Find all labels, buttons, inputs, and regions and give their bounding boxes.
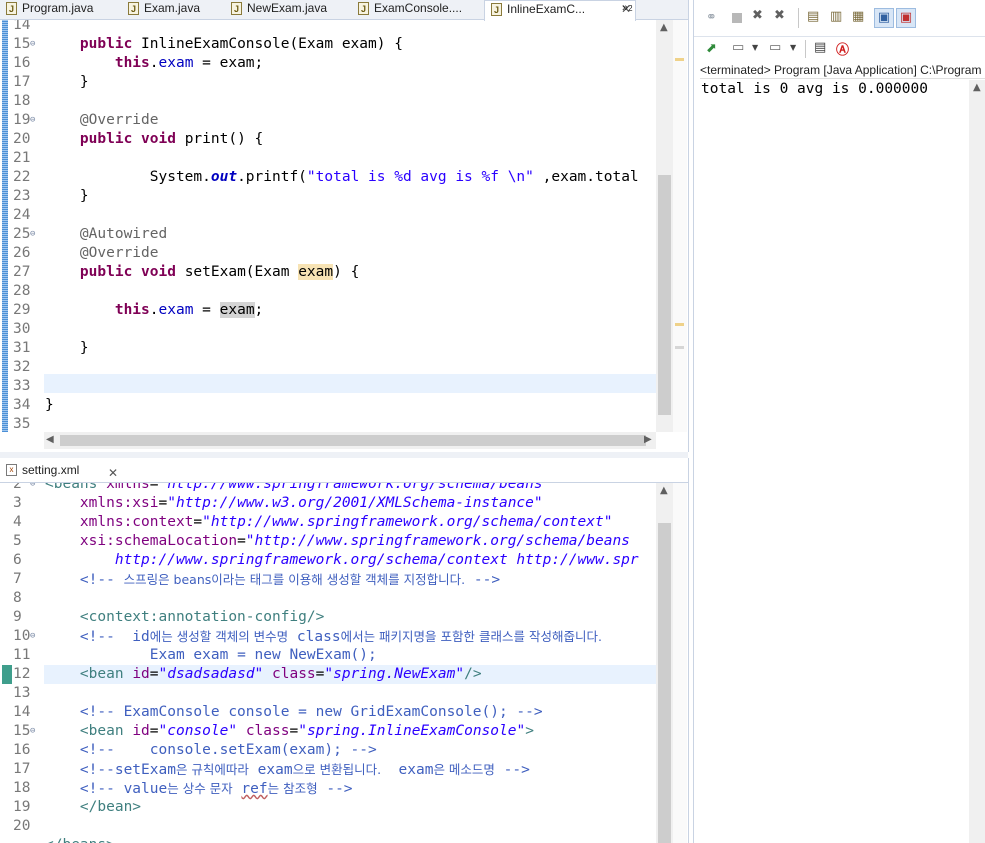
stop-icon[interactable] [732,13,742,23]
xml-file-icon: x [6,464,17,476]
fold-icon[interactable]: ⊖ [30,111,35,130]
chevron-down-icon[interactable]: ▼ [752,43,758,52]
vertical-scrollbar[interactable]: ▲ [656,483,673,843]
toolbar-separator [798,8,799,28]
java-file-icon [491,2,502,19]
show-on-output-icon[interactable]: ▣ [874,8,894,28]
tab-label: Program.java [22,1,94,15]
xml-editor-pane: x setting.xml ✕ 2 ⊖ <beans xmlns="http://w… [0,458,689,843]
pin-console-icon[interactable]: ⬈ [706,41,717,56]
chevron-right-icon[interactable]: ▶ [644,434,652,445]
console-output[interactable]: total is 0 avg is 0.000000 [701,80,928,99]
error-icon[interactable]: Ⓐ [836,39,849,58]
display-console-icon[interactable]: ▭ [732,40,744,55]
tab-label: Exam.java [144,1,201,15]
current-line-highlight [44,374,656,393]
toolbar-separator [805,40,806,58]
tab-label: setting.xml [22,463,80,477]
fold-icon[interactable]: ⊖ [30,627,35,646]
clear-console-icon[interactable]: ▤ [807,9,819,24]
scroll-lock-icon[interactable]: ▥ [830,9,842,24]
tab-label: ExamConsole.... [374,1,463,15]
console-toolbar-row-1: ⚭ ✖ ✖ ▤ ▥ ▦ ▣ ▣ [694,0,985,37]
java-file-icon [358,1,369,18]
fold-icon[interactable]: ⊖ [30,225,35,244]
copy-icon[interactable]: ▤ [814,40,826,55]
chevron-up-icon[interactable]: ▲ [660,485,668,496]
scroll-thumb[interactable] [658,523,671,843]
scroll-thumb[interactable] [658,175,671,415]
close-icon[interactable]: ✕ [108,461,118,485]
tab-newexam-java[interactable]: NewExam.java [225,0,367,19]
overflow-count: 2 [628,4,633,13]
chevron-up-icon[interactable]: ▲ [973,82,981,93]
occurrence-marker [675,346,684,349]
remove-launch-icon[interactable]: ✖ [752,8,763,23]
tab-program-java[interactable]: Program.java [0,0,132,19]
tab-inlineexamconsole-java[interactable]: InlineExamC...✕ [484,0,636,21]
open-console-icon[interactable]: ▭ [769,40,781,55]
tab-setting-xml[interactable]: x setting.xml ✕ [0,458,122,482]
tab-overflow-button[interactable]: »2 [618,0,652,19]
xml-tab-bar: x setting.xml ✕ [0,458,688,483]
tab-examconsole-java[interactable]: ExamConsole.... [352,0,499,19]
link-icon[interactable]: ⚭ [706,10,717,25]
tab-label: InlineExamC... [507,2,586,16]
console-toolbar-row-2: ⬈ ▭ ▼ ▭ ▼ ▤ Ⓐ [694,38,985,62]
occurrence-marker [675,58,684,61]
show-on-error-icon[interactable]: ▣ [896,8,916,28]
occurrence-marker [675,323,684,326]
overview-ruler [673,20,687,432]
scroll-thumb[interactable] [60,435,646,446]
java-editor-pane: Program.java Exam.java NewExam.java Exam… [0,0,689,452]
vertical-scrollbar[interactable]: ▲ [969,80,985,843]
remove-all-icon[interactable]: ✖ [774,8,785,23]
chevron-left-icon[interactable]: ◀ [46,434,54,445]
tab-label: NewExam.java [247,1,328,15]
fold-icon[interactable]: ⊖ [30,483,35,494]
console-status-label: <terminated> Program [Java Application] … [700,62,985,79]
horizontal-scrollbar[interactable]: ◀ ▶ [44,432,656,449]
change-marker [2,665,12,684]
java-code-area[interactable]: 14 15 ⊖ public InlineExamConsole(Exam exa… [0,20,656,432]
fold-icon[interactable]: ⊖ [30,722,35,741]
chevron-down-icon[interactable]: ▼ [790,43,796,52]
overview-ruler [673,483,687,843]
xml-code-area[interactable]: 2 ⊖ <beans xmlns="http://www.springframewo… [0,483,656,843]
change-ruler [2,20,8,432]
vertical-scrollbar[interactable]: ▲ [656,20,673,432]
editor-tab-bar: Program.java Exam.java NewExam.java Exam… [0,0,688,21]
word-wrap-icon[interactable]: ▦ [852,9,864,24]
chevron-up-icon[interactable]: ▲ [660,22,668,33]
console-view: ⚭ ✖ ✖ ▤ ▥ ▦ ▣ ▣ ⬈ ▭ ▼ ▭ ▼ ▤ Ⓐ <terminate… [693,0,985,843]
tab-exam-java[interactable]: Exam.java [122,0,242,19]
java-file-icon [128,1,139,18]
java-file-icon [231,1,242,18]
java-file-icon [6,1,17,18]
fold-icon[interactable]: ⊖ [30,35,35,54]
